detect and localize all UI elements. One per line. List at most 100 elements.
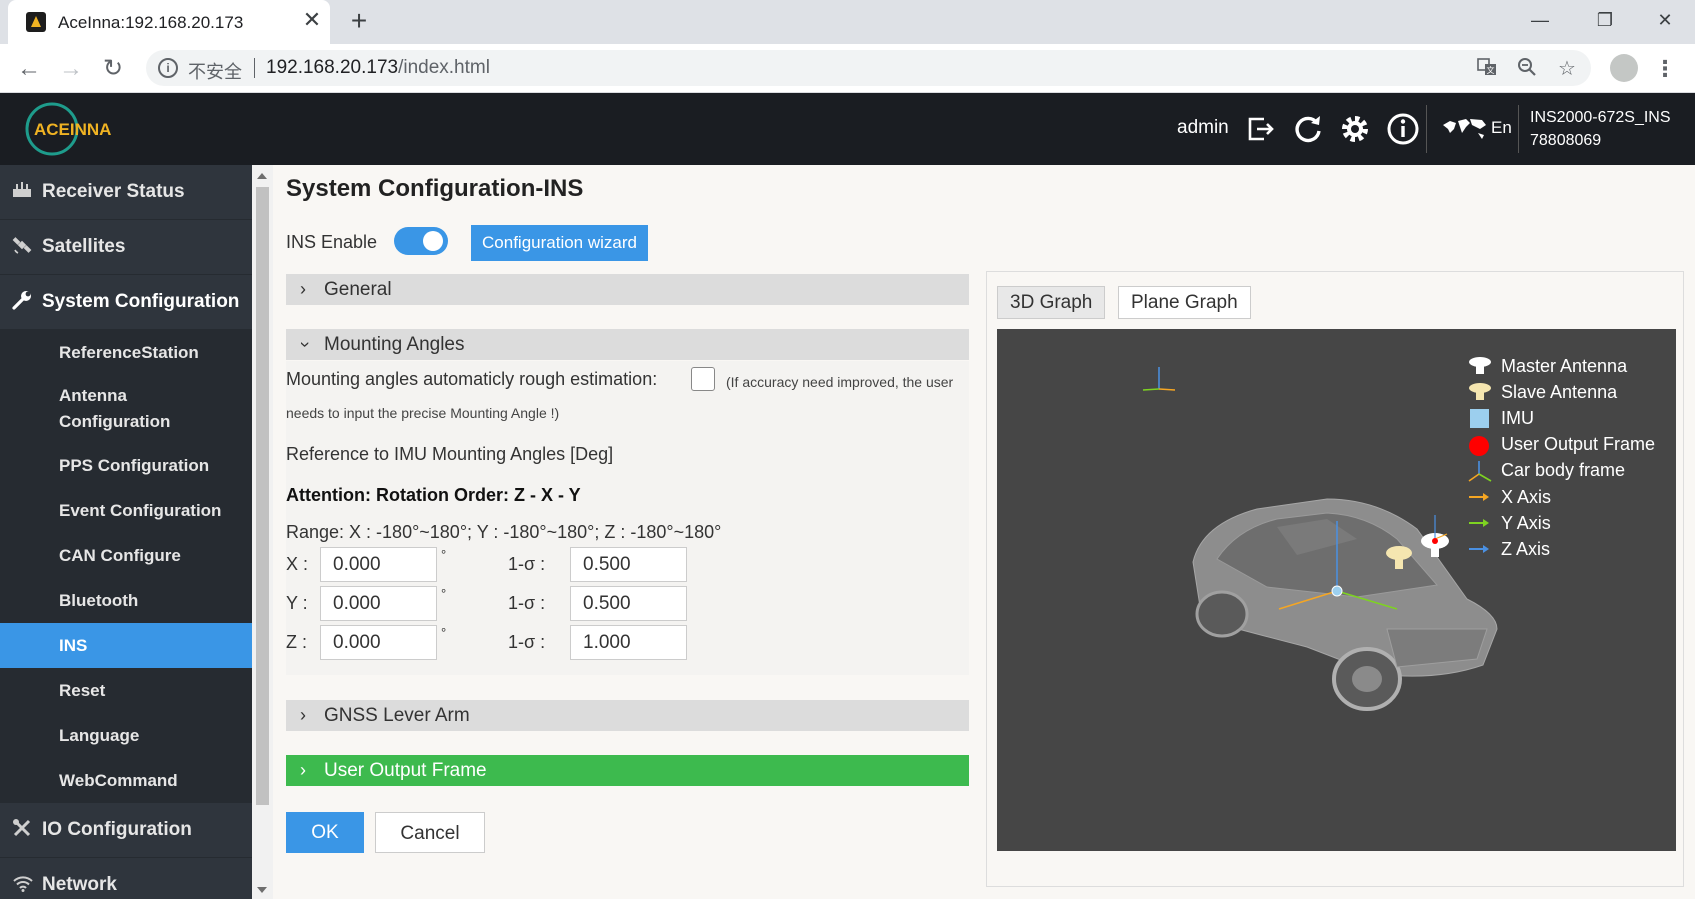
address-bar[interactable]: i 不安全 192.168.20.173/index.html 文 ☆: [146, 50, 1591, 86]
graph-panel: 3D Graph Plane Graph Master Antenna Slav…: [986, 271, 1684, 887]
sidebar-label: Satellites: [42, 236, 126, 257]
sigma-y-label: 1-σ :: [508, 593, 546, 613]
sidebar-item-webcommand[interactable]: WebCommand: [0, 758, 252, 803]
angle-z-input[interactable]: [320, 625, 437, 660]
logout-icon[interactable]: [1242, 111, 1278, 147]
axes-tripod-icon: [1467, 460, 1499, 482]
legend-item-imu: IMU: [1467, 405, 1655, 431]
chevron-right-icon: ›: [300, 279, 306, 299]
tab-plane-graph[interactable]: Plane Graph: [1118, 286, 1251, 319]
browser-tabbar: AceInna:192.168.20.173 ✕ + — ❐ ✕: [0, 0, 1695, 44]
bookmark-star-icon[interactable]: ☆: [1554, 56, 1580, 82]
sidebar-item-reference-station[interactable]: ReferenceStation: [0, 330, 252, 375]
sigma-z-input[interactable]: [570, 625, 687, 660]
sidebar-item-satellites[interactable]: Satellites: [0, 220, 252, 275]
forward-arrow-icon[interactable]: →: [56, 54, 86, 84]
degree-symbol: °: [441, 625, 447, 640]
imu-square-icon: [1467, 407, 1499, 429]
language-label[interactable]: En: [1491, 118, 1512, 138]
sidebar-item-can-configure[interactable]: CAN Configure: [0, 533, 252, 578]
auto-estimation-checkbox[interactable]: [691, 367, 715, 391]
translate-icon[interactable]: 文: [1474, 56, 1500, 82]
new-tab-button[interactable]: +: [344, 6, 374, 36]
chevron-right-icon: ›: [300, 705, 306, 725]
info-circle-icon[interactable]: [1385, 111, 1421, 147]
ins-enable-toggle[interactable]: [394, 227, 448, 255]
scroll-thumb[interactable]: [256, 187, 269, 805]
reference-label: Reference to IMU Mounting Angles [Deg]: [286, 444, 614, 464]
sidebar-item-io-configuration[interactable]: IO Configuration: [0, 803, 252, 858]
info-icon[interactable]: i: [158, 58, 178, 78]
satellite-icon: [12, 235, 42, 260]
section-title: GNSS Lever Arm: [324, 705, 470, 726]
zoom-icon[interactable]: [1514, 56, 1540, 82]
antenna-icon: [1467, 355, 1499, 377]
refresh-icon[interactable]: [1290, 111, 1326, 147]
sidebar-item-system-configuration[interactable]: System Configuration: [0, 275, 252, 330]
range-label: Range: X : -180°~180°; Y : -180°~180°; Z…: [286, 522, 722, 542]
sidebar-label: Receiver Status: [42, 181, 185, 202]
mounting-angles-section-header[interactable]: › Mounting Angles: [286, 329, 969, 360]
antenna-icon: [1467, 381, 1499, 403]
back-arrow-icon[interactable]: ←: [14, 54, 44, 84]
sidebar-item-network[interactable]: Network: [0, 858, 252, 899]
gnss-lever-arm-section-header[interactable]: › GNSS Lever Arm: [286, 700, 969, 731]
browser-tab[interactable]: AceInna:192.168.20.173 ✕: [8, 0, 330, 44]
angle-y-label: Y :: [286, 593, 308, 613]
maximize-button[interactable]: ❐: [1585, 6, 1625, 34]
system-configuration-submenu: ReferenceStation Antenna Configuration P…: [0, 330, 252, 803]
attention-label: Attention: Rotation Order: Z - X - Y: [286, 485, 581, 505]
device-model: INS2000-672S_INS: [1530, 109, 1671, 126]
url-text[interactable]: 192.168.20.173/index.html: [266, 57, 490, 79]
sidebar-item-antenna-configuration[interactable]: Antenna Configuration: [0, 375, 200, 443]
tab-3d-graph[interactable]: 3D Graph: [997, 286, 1106, 319]
3d-graph-canvas[interactable]: Master Antenna Slave Antenna IMU User Ou…: [997, 329, 1676, 851]
scroll-down-arrow-icon[interactable]: [257, 887, 267, 893]
cancel-button[interactable]: Cancel: [375, 812, 485, 853]
insecure-label: 不安全: [188, 62, 242, 82]
section-title: User Output Frame: [324, 760, 487, 781]
profile-avatar-icon[interactable]: [1610, 54, 1638, 82]
minimize-button[interactable]: —: [1520, 6, 1560, 34]
scroll-up-arrow-icon[interactable]: [257, 173, 267, 179]
sigma-x-label: 1-σ :: [508, 554, 546, 574]
green-arrow-icon: [1467, 512, 1499, 534]
svg-text:ACEINNA: ACEINNA: [34, 120, 111, 139]
sidebar-item-receiver-status[interactable]: Receiver Status: [0, 165, 252, 220]
browser-menu-icon[interactable]: ⋮: [1654, 54, 1676, 84]
legend-item-slave-antenna: Slave Antenna: [1467, 379, 1655, 405]
reload-icon[interactable]: ↻: [98, 54, 128, 84]
angle-z-label: Z :: [286, 632, 307, 652]
sidebar-scrollbar[interactable]: [252, 165, 273, 899]
section-title: Mounting Angles: [324, 334, 465, 355]
orange-arrow-icon: [1467, 486, 1499, 508]
auto-estimation-note-continued: needs to input the precise Mounting Angl…: [286, 405, 560, 421]
configuration-wizard-button[interactable]: Configuration wizard: [471, 225, 648, 261]
sidebar-item-pps-configuration[interactable]: PPS Configuration: [0, 443, 252, 488]
blue-arrow-icon: [1467, 538, 1499, 560]
world-map-icon[interactable]: [1440, 111, 1488, 147]
header-divider-2: [1518, 105, 1519, 153]
settings-gear-icon[interactable]: [1337, 111, 1373, 147]
sidebar-item-ins[interactable]: INS: [0, 623, 252, 668]
angle-x-label: X :: [286, 554, 309, 574]
app-header: ACEINNA admin En INS2000-672S_INS 788080…: [0, 93, 1695, 165]
omnibox-divider: [254, 58, 255, 78]
sidebar-item-language[interactable]: Language: [0, 713, 252, 758]
angle-x-input[interactable]: [320, 547, 437, 582]
legend-item-master-antenna: Master Antenna: [1467, 353, 1655, 379]
user-output-frame-section-header[interactable]: › User Output Frame: [286, 755, 969, 786]
angle-y-input[interactable]: [320, 586, 437, 621]
window-close-button[interactable]: ✕: [1645, 6, 1685, 34]
sidebar-item-bluetooth[interactable]: Bluetooth: [0, 578, 252, 623]
general-section-header[interactable]: › General: [286, 274, 969, 305]
sigma-x-input[interactable]: [570, 547, 687, 582]
sidebar-item-reset[interactable]: Reset: [0, 668, 252, 713]
tab-close-icon[interactable]: ✕: [300, 8, 324, 32]
ins-enable-label: INS Enable: [286, 232, 378, 252]
main-content: System Configuration-INS INS Enable Conf…: [273, 165, 1695, 899]
sigma-y-input[interactable]: [570, 586, 687, 621]
header-divider: [1426, 105, 1427, 153]
sidebar-item-event-configuration[interactable]: Event Configuration: [0, 488, 252, 533]
ok-button[interactable]: OK: [286, 812, 364, 853]
